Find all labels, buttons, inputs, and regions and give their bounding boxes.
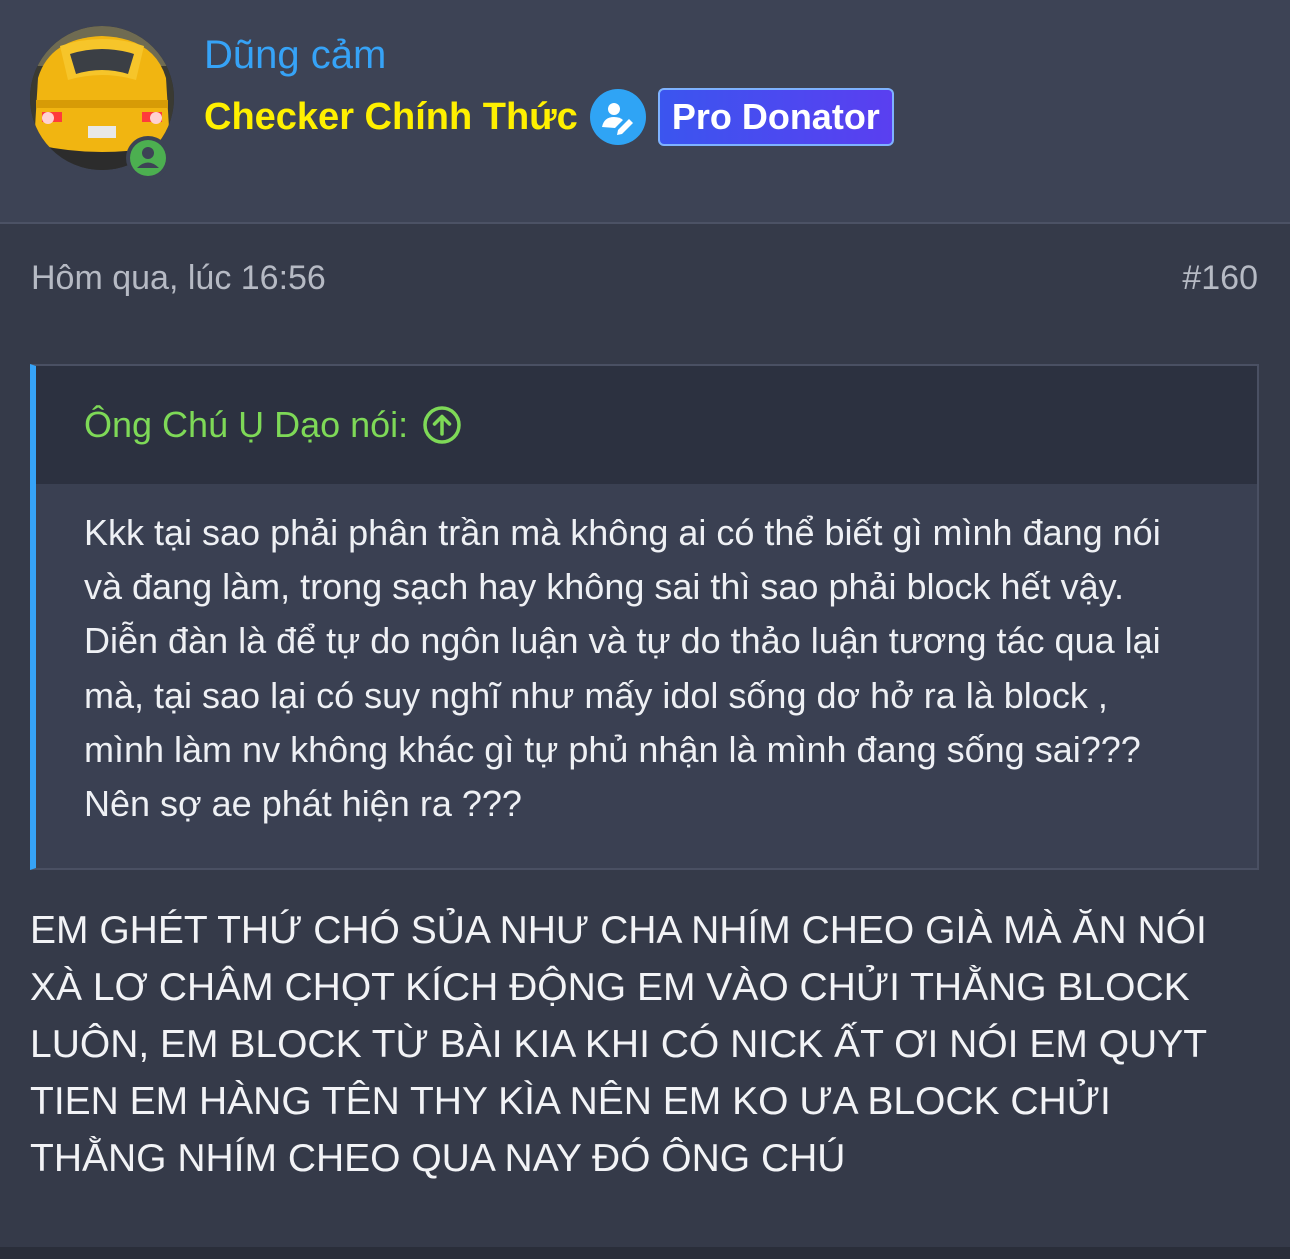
checker-badge	[589, 89, 646, 145]
post-message: EM GHÉT THỨ CHÓ SỦA NHƯ CHA NHÍM CHEO GI…	[30, 909, 1207, 1180]
post-date[interactable]: Hôm qua, lúc 16:56	[31, 256, 326, 300]
avatar-container[interactable]	[30, 26, 176, 180]
pro-donator-badge: Pro Donator	[657, 88, 894, 146]
post-number[interactable]: #160	[1182, 256, 1258, 300]
online-status-badge	[126, 136, 170, 180]
user-title-row: Checker Chính Thức Pro Donator	[204, 84, 894, 150]
arrow-up-circle-icon	[423, 406, 461, 444]
quote-block: Ông Chú Ụ Dạo nói: Kkk tại sao phải phân…	[30, 364, 1259, 870]
user-edit-icon	[601, 103, 633, 135]
quote-author[interactable]: Ông Chú Ụ Dạo nói:	[84, 403, 408, 447]
quote-header[interactable]: Ông Chú Ụ Dạo nói:	[36, 366, 1257, 484]
quote-text: Kkk tại sao phải phân trần mà không ai c…	[84, 512, 1161, 825]
user-online-icon	[130, 140, 166, 176]
post-footer-divider	[0, 1247, 1290, 1259]
post-author-header: Dũng cảm Checker Chính Thức Pro Donator	[0, 0, 1290, 224]
user-title: Checker Chính Thức	[204, 96, 578, 138]
username-link[interactable]: Dũng cảm	[204, 30, 386, 80]
quote-jump-button[interactable]	[422, 405, 462, 445]
